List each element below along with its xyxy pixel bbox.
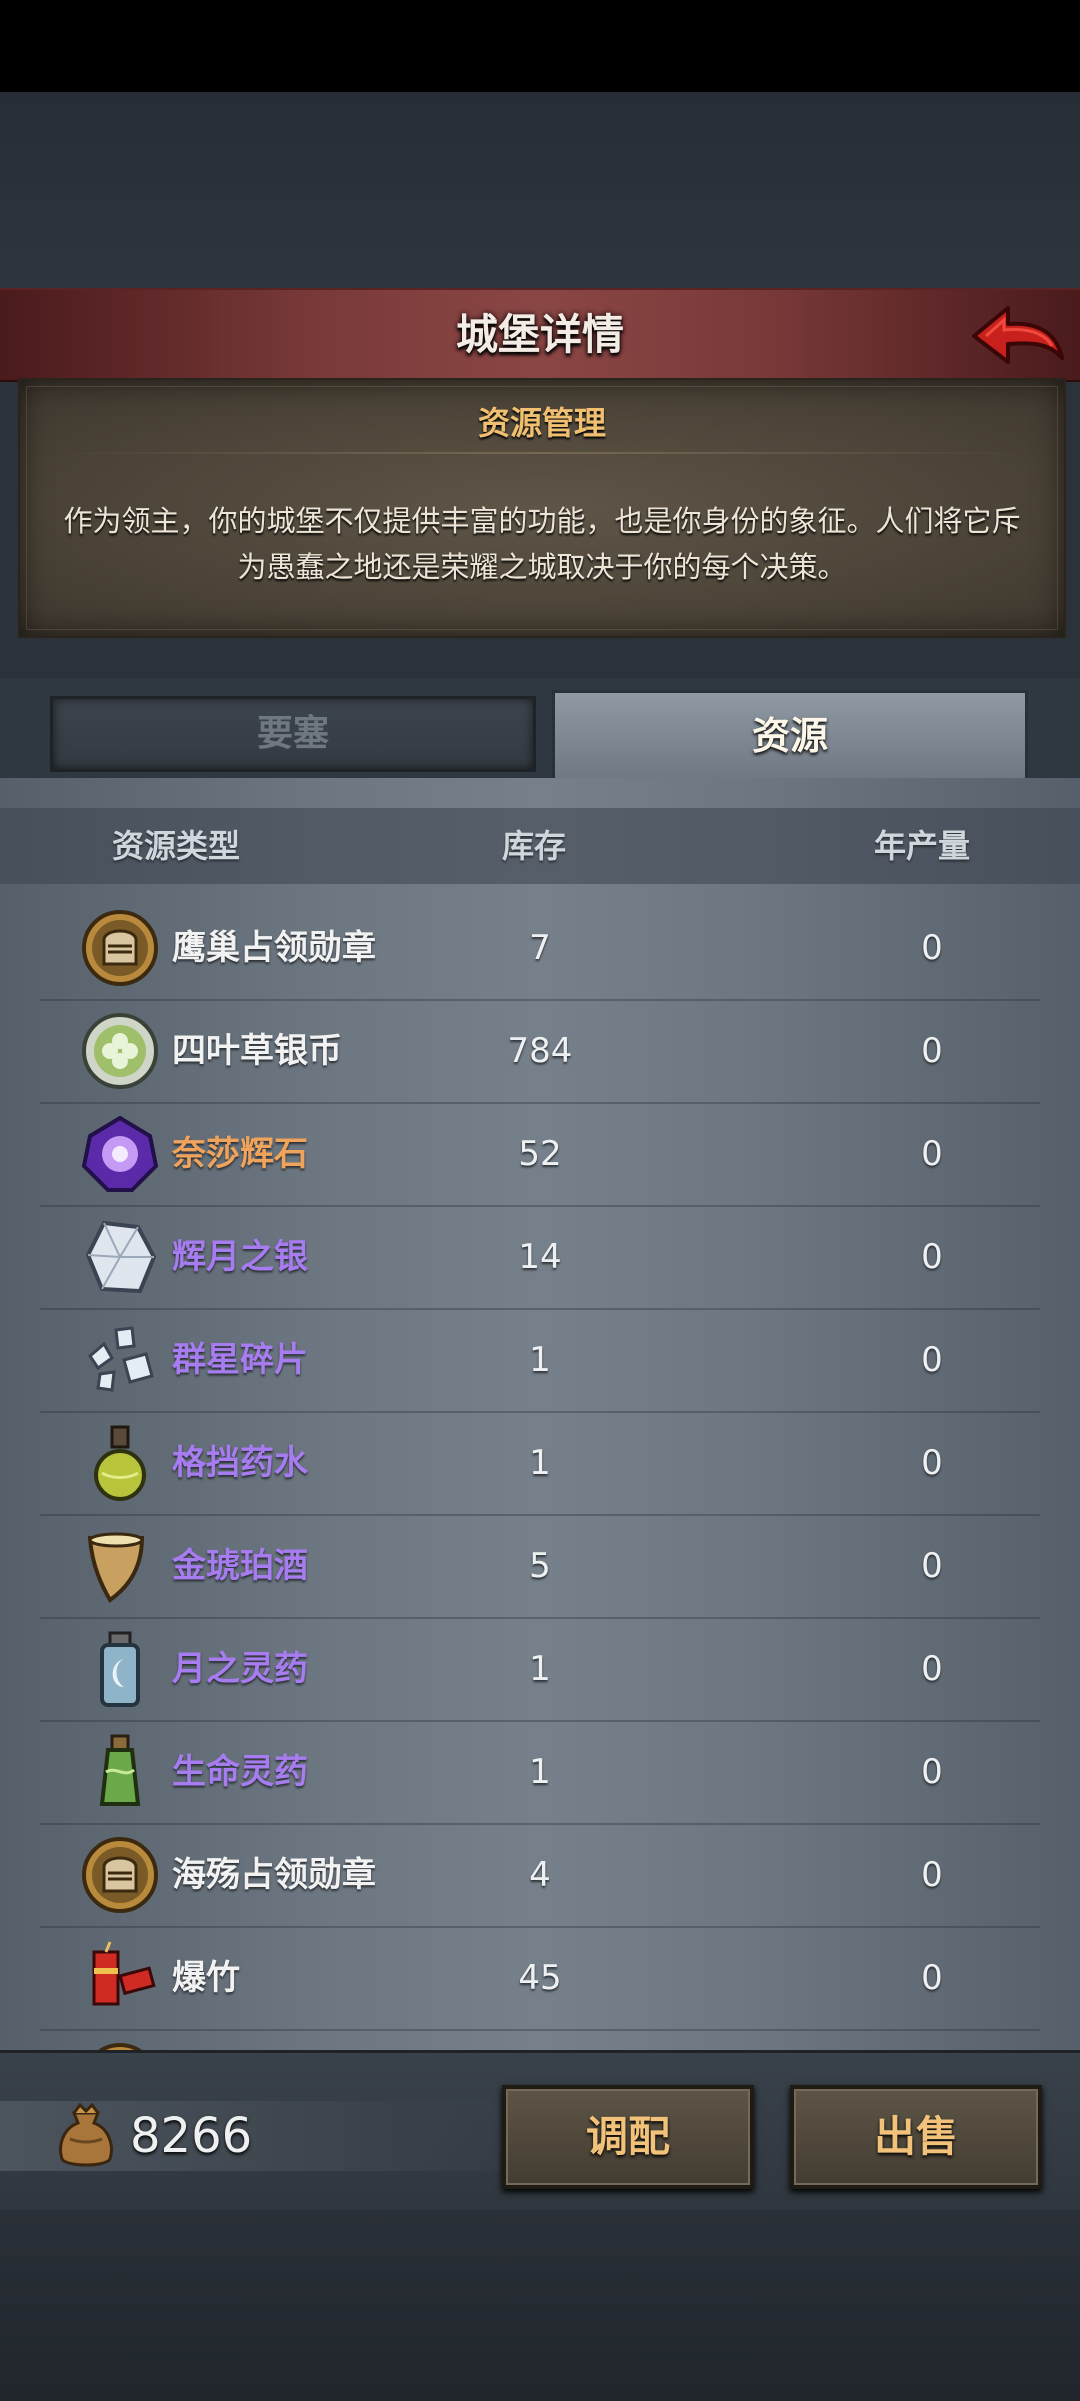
tab-fortress-label: 要塞 <box>256 713 329 754</box>
resource-yield: 0 <box>921 1340 943 1380</box>
resource-name: 生命灵药 <box>172 1752 308 1792</box>
gold-sack-icon <box>59 2102 113 2167</box>
resource-stock: 1 <box>529 1443 551 1483</box>
back-arrow-icon <box>972 306 1064 364</box>
firecracker-icon <box>92 1941 156 2006</box>
resource-row[interactable]: 爆竹 45 0 <box>40 1928 1040 2031</box>
purple-gem-icon <box>81 1115 159 1192</box>
moon-vial-icon <box>100 1631 140 1707</box>
resource-stock: 1 <box>529 1649 551 1689</box>
resource-row[interactable]: 格挡药水 1 0 <box>40 1413 1040 1516</box>
info-panel: 资源管理 作为领主，你的城堡不仅提供丰富的功能，也是你身份的象征。人们将它斥为愚… <box>18 378 1066 638</box>
resource-stock: 1 <box>529 1752 551 1792</box>
resource-yield: 0 <box>921 1855 943 1895</box>
column-yield: 年产量 <box>874 827 971 865</box>
status-bar <box>0 0 1080 92</box>
helmet-medal-icon <box>82 1837 158 1913</box>
resource-yield: 0 <box>921 1443 943 1483</box>
resource-name: 鹰巢占领勋章 <box>172 928 376 968</box>
resource-row[interactable]: 金琥珀酒 5 0 <box>40 1516 1040 1619</box>
resource-stock: 52 <box>518 1134 562 1174</box>
resource-stock: 1 <box>529 1340 551 1380</box>
star-shards-icon <box>88 1326 154 1392</box>
sell-button[interactable]: 出售 <box>790 2085 1042 2189</box>
resource-stock: 7 <box>529 928 551 968</box>
gold-amount: 8266 <box>130 2108 253 2164</box>
background-bottom <box>0 2210 1080 2401</box>
resource-row[interactable]: 龙喉占领勋章 3 0 <box>40 2031 1040 2050</box>
resource-name: 爆竹 <box>172 1958 240 1998</box>
allocate-button[interactable]: 调配 <box>502 2085 754 2189</box>
header-bar: 城堡详情 <box>0 288 1080 382</box>
resource-yield: 0 <box>921 1134 943 1174</box>
potion-flask-icon <box>94 1425 146 1501</box>
resource-rows: 鹰巢占领勋章 7 0 四叶草银币 784 0 奈莎辉石 52 0 辉月之银 14 0 群星碎片 1 0 格挡药… <box>0 898 1080 2050</box>
column-type: 资源类型 <box>112 827 241 865</box>
resource-row[interactable]: 群星碎片 1 0 <box>40 1310 1040 1413</box>
resource-list-panel[interactable]: 资源类型 库存 年产量 鹰巢占领勋章 7 0 四叶草银币 784 0 奈莎辉石 52 0 辉月之银… <box>0 778 1080 2050</box>
resource-name: 海殇占领勋章 <box>172 1855 376 1895</box>
resource-yield: 0 <box>921 1237 943 1277</box>
horn-cup-icon <box>87 1532 145 1603</box>
resource-name: 月之灵药 <box>172 1649 308 1689</box>
resource-stock: 4 <box>529 1855 551 1895</box>
resource-row[interactable]: 月之灵药 1 0 <box>40 1619 1040 1722</box>
resource-name: 辉月之银 <box>172 1237 308 1277</box>
resource-stock: 14 <box>518 1237 562 1277</box>
clover-coin-icon <box>82 1013 158 1089</box>
column-stock: 库存 <box>502 827 567 865</box>
resource-name: 四叶草银币 <box>172 1031 342 1071</box>
resource-row[interactable]: 鹰巢占领勋章 7 0 <box>40 898 1040 1001</box>
column-header: 资源类型 库存 年产量 <box>0 808 1080 884</box>
resource-row[interactable]: 四叶草银币 784 0 <box>40 1001 1040 1104</box>
helmet-medal-icon <box>82 910 158 986</box>
info-divider <box>50 452 1034 454</box>
resource-row[interactable]: 生命灵药 1 0 <box>40 1722 1040 1825</box>
resource-stock: 5 <box>529 1546 551 1586</box>
resource-name: 格挡药水 <box>172 1443 308 1483</box>
resource-row[interactable]: 奈莎辉石 52 0 <box>40 1104 1040 1207</box>
allocate-button-label: 调配 <box>585 2112 670 2161</box>
tab-resources-label: 资源 <box>751 714 828 758</box>
resource-yield: 0 <box>921 1031 943 1071</box>
resource-row[interactable]: 辉月之银 14 0 <box>40 1207 1040 1310</box>
back-button[interactable] <box>968 298 1068 374</box>
resource-name: 群星碎片 <box>172 1340 308 1380</box>
info-description: 作为领主，你的城堡不仅提供丰富的功能，也是你身份的象征。人们将它斥为愚蠢之地还是… <box>63 504 1021 584</box>
info-title: 资源管理 <box>477 404 606 442</box>
resource-yield: 0 <box>921 1752 943 1792</box>
resource-row[interactable]: 海殇占领勋章 4 0 <box>40 1825 1040 1928</box>
life-elixir-icon <box>99 1734 141 1806</box>
page-title: 城堡详情 <box>455 310 624 359</box>
tab-resources[interactable]: 资源 <box>552 690 1028 781</box>
resource-stock: 45 <box>518 1958 562 1998</box>
tab-fortress[interactable]: 要塞 <box>50 696 536 772</box>
resource-name: 龙喉占领勋章 <box>172 2031 376 2050</box>
silver-crystal-icon <box>85 1220 157 1294</box>
resource-name: 奈莎辉石 <box>172 1134 308 1174</box>
resource-stock: 784 <box>507 1031 573 1071</box>
resource-yield: 0 <box>921 1649 943 1689</box>
background-top <box>0 92 1080 290</box>
resource-name: 金琥珀酒 <box>172 1546 308 1586</box>
helmet-medal-icon <box>98 2043 142 2050</box>
resource-yield: 0 <box>921 1958 943 1998</box>
resource-yield: 0 <box>892 2031 972 2050</box>
resource-stock: 3 <box>440 2031 640 2050</box>
resource-yield: 0 <box>921 928 943 968</box>
sell-button-label: 出售 <box>873 2112 958 2161</box>
resource-yield: 0 <box>921 1546 943 1586</box>
footer-bar: 8266 调配 出售 <box>0 2050 1080 2213</box>
